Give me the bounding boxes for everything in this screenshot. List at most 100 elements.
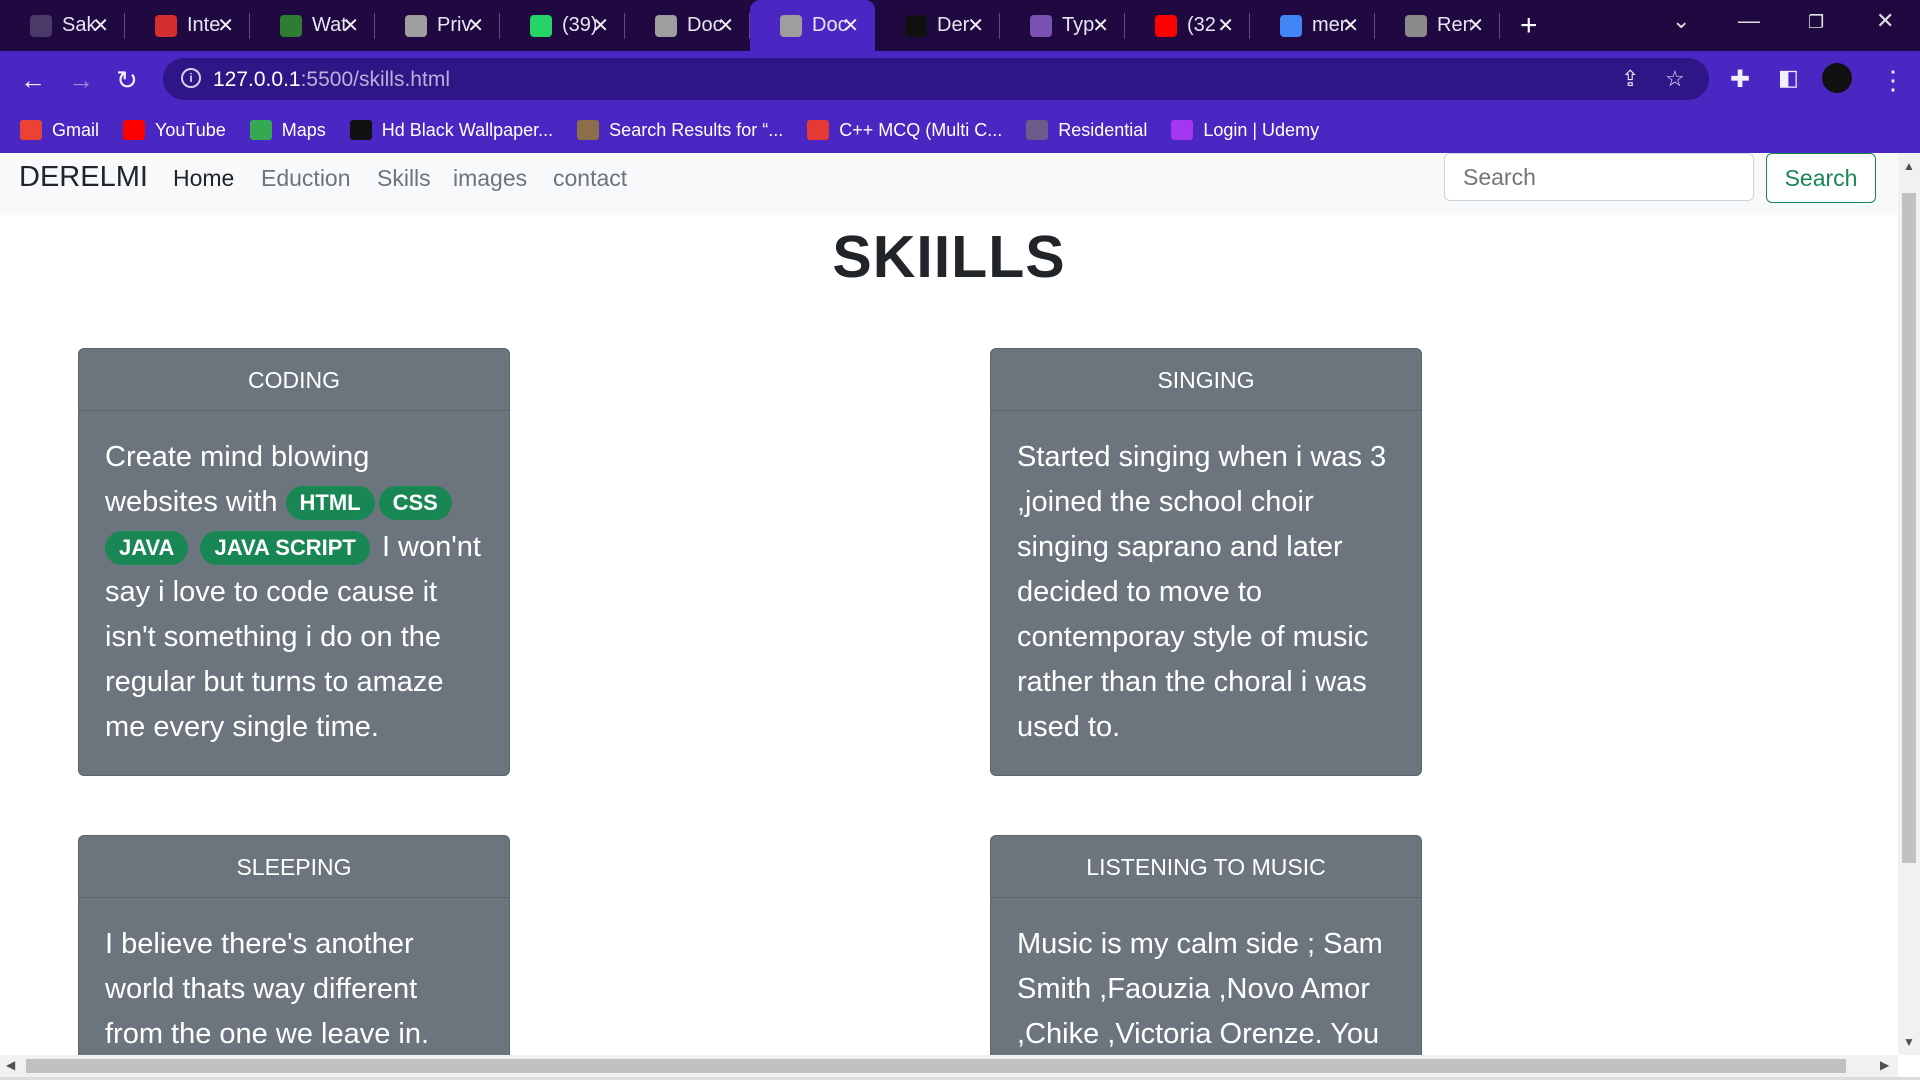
- avatar-icon: [577, 120, 600, 140]
- scroll-right-arrow-icon[interactable]: ▶: [1880, 1058, 1889, 1072]
- tab-close-icon[interactable]: ✕: [1092, 13, 1109, 38]
- v-logo-icon: [807, 120, 830, 140]
- browser-tab[interactable]: (32 ✕: [1125, 0, 1250, 51]
- browser-tab[interactable]: Priv ✕: [375, 0, 500, 51]
- nav-link-contact[interactable]: contact: [553, 165, 627, 192]
- udemy-icon: [1171, 120, 1194, 140]
- tab-search-chevron-icon[interactable]: ⌄: [1672, 8, 1690, 34]
- tab-strip: Sak ✕ Inte ✕ Wat ✕ Priv ✕ (39) ✕ Doc ✕ Doc ✕ Der ✕ Typ ✕(…: [0, 0, 1920, 51]
- tab-close-icon[interactable]: ✕: [1467, 13, 1484, 38]
- play-icon: [280, 14, 302, 37]
- nav-link-eduction[interactable]: Eduction: [261, 165, 351, 192]
- skill-card-singing: SINGING Started singing when i was 3 ,jo…: [990, 348, 1422, 776]
- tab-close-icon[interactable]: ✕: [967, 13, 984, 38]
- tab-close-icon[interactable]: ✕: [342, 13, 359, 38]
- minimize-icon[interactable]: —: [1738, 8, 1760, 34]
- browser-tab[interactable]: Doc ✕: [625, 0, 750, 51]
- bootstrap-icon: [1030, 14, 1052, 37]
- side-panel-icon[interactable]: ◧: [1778, 65, 1799, 91]
- tab-close-icon[interactable]: ✕: [592, 13, 609, 38]
- bookmark-item[interactable]: YouTube: [123, 120, 226, 141]
- badge-html: HTML: [285, 486, 375, 521]
- speedometer-icon: [155, 14, 177, 37]
- browser-tab[interactable]: mer ✕: [1250, 0, 1375, 51]
- bookmark-item[interactable]: Search Results for “...: [577, 120, 783, 141]
- back-arrow-icon[interactable]: ←: [20, 65, 46, 96]
- bookmark-label: YouTube: [155, 119, 226, 140]
- extensions-puzzle-icon[interactable]: ✚: [1730, 65, 1750, 94]
- scroll-left-arrow-icon[interactable]: ◀: [6, 1058, 15, 1072]
- brand-logo[interactable]: DERELMI: [19, 161, 148, 194]
- badge-css: CSS: [378, 486, 452, 521]
- bookmark-item[interactable]: Residential: [1026, 120, 1147, 141]
- vertical-scroll-thumb[interactable]: [1902, 193, 1916, 863]
- tab-close-icon[interactable]: ✕: [717, 13, 734, 38]
- nav-link-home[interactable]: Home: [173, 165, 234, 192]
- bookmark-item[interactable]: C++ MCQ (Multi C...: [807, 120, 1002, 141]
- card-body: Music is my calm side ; Sam Smith ,Faouz…: [1017, 928, 1383, 1050]
- globe-icon: [655, 14, 677, 37]
- tab-title: Doc: [812, 14, 846, 36]
- browser-tab[interactable]: Typ ✕: [1000, 0, 1125, 51]
- tab-title: Wat: [312, 14, 346, 36]
- browser-tab[interactable]: Inte ✕: [125, 0, 250, 51]
- reload-icon[interactable]: ↻: [116, 65, 138, 96]
- browser-tab[interactable]: Ren ✕: [1375, 0, 1500, 51]
- bookmark-label: Hd Black Wallpaper...: [381, 119, 554, 140]
- bookmark-item[interactable]: Hd Black Wallpaper...: [349, 119, 554, 141]
- tab-list: Sak ✕ Inte ✕ Wat ✕ Priv ✕ (39) ✕ Doc ✕ Doc ✕ Der ✕ Typ ✕(…: [0, 0, 1500, 51]
- tab-close-icon[interactable]: ✕: [1217, 13, 1234, 38]
- tab-title: Doc: [687, 14, 721, 36]
- nav-link-skills[interactable]: Skills: [377, 165, 431, 192]
- globe-icon: [405, 14, 427, 37]
- tab-close-icon[interactable]: ✕: [92, 13, 109, 38]
- tab-close-icon[interactable]: ✕: [217, 13, 234, 38]
- share-icon[interactable]: ⇪: [1621, 66, 1639, 92]
- browser-tab[interactable]: Der ✕: [875, 0, 1000, 51]
- card-header: SINGING: [991, 349, 1421, 411]
- search-input[interactable]: [1444, 153, 1754, 201]
- search-button[interactable]: Search: [1766, 153, 1876, 203]
- whatsapp-icon: [530, 14, 552, 37]
- tab-title: (39): [562, 14, 596, 36]
- tab-title: Sak: [62, 14, 96, 36]
- bookmark-item[interactable]: Gmail: [20, 120, 99, 141]
- tab-close-icon[interactable]: ✕: [842, 13, 859, 38]
- address-bar[interactable]: i 127.0.0.1:5500/skills.html ⇪ ☆: [163, 58, 1709, 100]
- vertical-scrollbar[interactable]: ▲ ▼: [1898, 153, 1920, 1055]
- card-header: LISTENING TO MUSIC: [991, 836, 1421, 898]
- horizontal-scroll-thumb[interactable]: [26, 1059, 1846, 1073]
- scroll-up-arrow-icon[interactable]: ▲: [1903, 159, 1915, 173]
- browser-tab[interactable]: Doc ✕: [750, 0, 875, 51]
- github-icon: [905, 14, 927, 37]
- page-viewport: DERELMI Home Eduction Skills images cont…: [0, 153, 1898, 1055]
- browser-tab[interactable]: (39) ✕: [500, 0, 625, 51]
- scroll-down-arrow-icon[interactable]: ▼: [1903, 1035, 1915, 1049]
- bookmarks-bar: Gmail YouTube Maps Hd Black Wallpaper... Sea…: [0, 107, 1920, 153]
- google-icon: [1280, 14, 1302, 37]
- tab-title: mer: [1312, 14, 1346, 36]
- skill-card-listening-to-music: LISTENING TO MUSIC Music is my calm side…: [990, 835, 1422, 1055]
- site-navbar: DERELMI Home Eduction Skills images cont…: [0, 153, 1898, 215]
- profile-avatar[interactable]: [1822, 63, 1852, 93]
- layers-icon: [1405, 14, 1427, 37]
- bookmark-star-icon[interactable]: ☆: [1665, 66, 1685, 92]
- browser-tab[interactable]: Sak ✕: [0, 0, 125, 51]
- new-tab-button[interactable]: +: [1520, 9, 1538, 43]
- tab-close-icon[interactable]: ✕: [1342, 13, 1359, 38]
- person-icon: [1026, 120, 1049, 140]
- bookmark-label: Search Results for “...: [609, 119, 784, 140]
- horizontal-scrollbar[interactable]: ◀ ▶: [0, 1055, 1898, 1077]
- tab-close-icon[interactable]: ✕: [467, 13, 484, 38]
- restore-icon[interactable]: ❐: [1808, 12, 1824, 33]
- youtube-icon: [1155, 14, 1177, 37]
- forward-arrow-icon[interactable]: →: [68, 65, 94, 96]
- nav-link-images[interactable]: images: [453, 165, 527, 192]
- menu-kebab-icon[interactable]: ⋮: [1880, 65, 1906, 96]
- close-window-icon[interactable]: ✕: [1876, 8, 1894, 34]
- bookmark-item[interactable]: Login | Udemy: [1171, 120, 1319, 141]
- browser-tab[interactable]: Wat ✕: [250, 0, 375, 51]
- site-info-icon[interactable]: i: [181, 68, 201, 88]
- gmail-icon: [20, 120, 42, 140]
- bookmark-item[interactable]: Maps: [249, 120, 326, 141]
